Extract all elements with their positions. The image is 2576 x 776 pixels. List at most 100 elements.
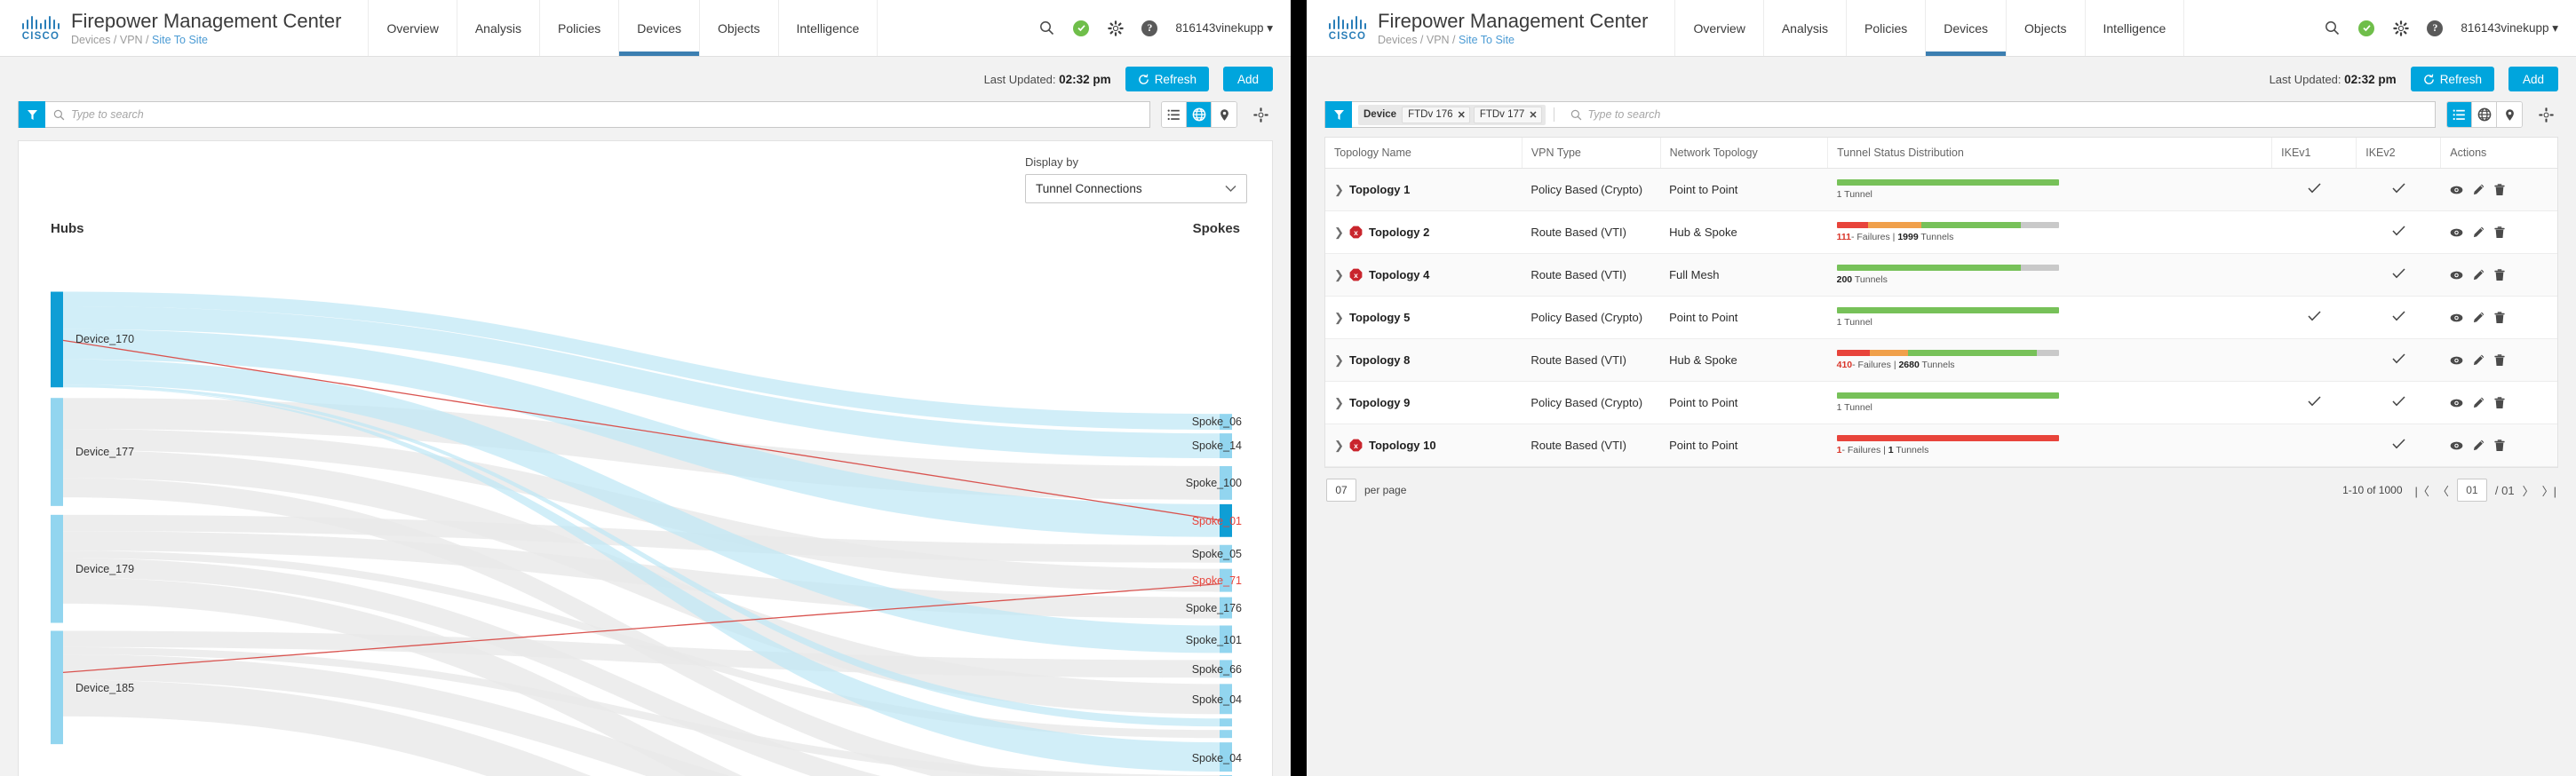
map-view-icon-right[interactable]	[2497, 102, 2522, 127]
close-icon[interactable]: ✕	[1529, 109, 1537, 121]
nav-intelligence-right[interactable]: Intelligence	[2084, 0, 2185, 56]
expand-row-chevron-icon[interactable]: ❯	[1334, 353, 1344, 368]
hub-node-label[interactable]: Device_179	[76, 563, 134, 575]
view-icon[interactable]	[2450, 227, 2463, 238]
nav-analysis-right[interactable]: Analysis	[1762, 0, 1846, 56]
delete-icon[interactable]	[2494, 268, 2505, 281]
list-view-icon[interactable]	[1162, 102, 1187, 127]
spoke-node-label[interactable]: Spoke_71	[1192, 574, 1242, 587]
col-topology-name[interactable]: Topology Name	[1325, 138, 1523, 169]
spoke-node-label[interactable]: Spoke_06	[1192, 416, 1242, 428]
last-page-button[interactable]: 〉|	[2542, 482, 2556, 499]
edit-icon[interactable]	[2473, 226, 2485, 238]
breadcrumb-current-right[interactable]: Site To Site	[1459, 34, 1515, 46]
add-button[interactable]: Add	[1222, 67, 1273, 91]
edit-icon[interactable]	[2473, 439, 2485, 451]
gear-icon[interactable]	[1107, 20, 1124, 36]
add-button-right[interactable]: Add	[2508, 67, 2558, 91]
edit-icon[interactable]	[2473, 312, 2485, 323]
nav-policies-right[interactable]: Policies	[1845, 0, 1925, 56]
delete-icon[interactable]	[2494, 226, 2505, 239]
search-input-left[interactable]: Type to search	[45, 108, 1149, 121]
hub-node-label[interactable]: Device_170	[76, 333, 134, 345]
spoke-node-label[interactable]: Spoke_176	[1186, 602, 1242, 614]
table-row[interactable]: ❯ Topology 1 Policy Based (Crypto) Point…	[1325, 168, 2557, 211]
table-row[interactable]: ❯ Topology 5 Policy Based (Crypto) Point…	[1325, 296, 2557, 339]
filter-search-box-right[interactable]: Device FTDv 176 ✕ FTDv 177 ✕ Type to searc…	[1324, 101, 2436, 128]
view-icon[interactable]	[2450, 313, 2463, 323]
close-icon[interactable]: ✕	[1458, 109, 1466, 121]
col-tunnel-status[interactable]: Tunnel Status Distribution	[1827, 138, 2273, 169]
filter-search-box-left[interactable]: Type to search	[18, 101, 1150, 128]
topology-view-icon[interactable]	[1187, 102, 1212, 127]
filter-icon[interactable]	[19, 101, 45, 128]
table-row[interactable]: ❯ Topology 8 Route Based (VTI) Hub & Spo…	[1325, 338, 2557, 382]
deploy-status-icon[interactable]	[1073, 20, 1090, 36]
nav-overview-right[interactable]: Overview	[1674, 0, 1762, 56]
expand-row-chevron-icon[interactable]: ❯	[1334, 311, 1344, 325]
view-icon[interactable]	[2450, 270, 2463, 281]
map-view-icon[interactable]	[1212, 102, 1236, 127]
per-page-input[interactable]: 07	[1326, 479, 1356, 502]
spoke-node-label[interactable]: Spoke_14	[1192, 439, 1242, 452]
edit-icon[interactable]	[2473, 397, 2485, 408]
view-icon[interactable]	[2450, 355, 2463, 366]
nav-intelligence[interactable]: Intelligence	[777, 0, 879, 56]
refresh-button-right[interactable]: Refresh	[2410, 67, 2494, 91]
delete-icon[interactable]	[2494, 396, 2505, 409]
edit-icon[interactable]	[2473, 269, 2485, 281]
first-page-button[interactable]: |〈	[2415, 482, 2429, 499]
user-menu[interactable]: 816143vinekupp ▾	[1175, 21, 1273, 36]
delete-icon[interactable]	[2494, 439, 2505, 452]
nav-objects-right[interactable]: Objects	[2006, 0, 2084, 56]
filter-icon-right[interactable]	[1325, 101, 1352, 128]
page-input[interactable]: 01	[2456, 479, 2487, 502]
nav-devices[interactable]: Devices	[618, 0, 699, 56]
nav-analysis[interactable]: Analysis	[456, 0, 539, 56]
col-vpn-type[interactable]: VPN Type	[1522, 138, 1661, 169]
view-icon[interactable]	[2450, 398, 2463, 408]
nav-devices-right[interactable]: Devices	[1925, 0, 2006, 56]
spoke-node-label[interactable]: Spoke_05	[1192, 548, 1242, 560]
nav-policies[interactable]: Policies	[538, 0, 618, 56]
help-icon-right[interactable]: ?	[2427, 20, 2444, 36]
filter-chip[interactable]: FTDv 176 ✕	[1402, 106, 1470, 123]
hub-node-label[interactable]: Device_185	[76, 682, 134, 694]
refresh-button[interactable]: Refresh	[1125, 67, 1209, 91]
column-settings-icon-right[interactable]	[2533, 102, 2558, 127]
nav-objects[interactable]: Objects	[699, 0, 777, 56]
hub-node-label[interactable]: Device_177	[76, 446, 134, 458]
table-row[interactable]: ❯ x Topology 4 Route Based (VTI) Full Me…	[1325, 253, 2557, 297]
table-row[interactable]: ❯ x Topology 10 Route Based (VTI) Point …	[1325, 424, 2557, 467]
gear-icon-right[interactable]	[2392, 20, 2409, 36]
table-row[interactable]: ❯ Topology 9 Policy Based (Crypto) Point…	[1325, 381, 2557, 424]
spoke-node-label[interactable]: Spoke_01	[1192, 515, 1242, 527]
search-icon[interactable]	[1038, 20, 1055, 36]
col-network-topology[interactable]: Network Topology	[1660, 138, 1829, 169]
next-page-button[interactable]: 〉	[2523, 482, 2534, 499]
expand-row-chevron-icon[interactable]: ❯	[1334, 226, 1344, 240]
topology-view-icon-right[interactable]	[2472, 102, 2497, 127]
nav-overview[interactable]: Overview	[368, 0, 456, 56]
spoke-node-label[interactable]: Spoke_66	[1192, 663, 1242, 676]
expand-row-chevron-icon[interactable]: ❯	[1334, 268, 1344, 282]
search-icon-right[interactable]	[2324, 20, 2341, 36]
help-icon[interactable]: ?	[1141, 20, 1158, 36]
edit-icon[interactable]	[2473, 184, 2485, 195]
filter-chip[interactable]: FTDv 177 ✕	[1473, 106, 1542, 123]
edit-icon[interactable]	[2473, 354, 2485, 366]
table-row[interactable]: ❯ x Topology 2 Route Based (VTI) Hub & S…	[1325, 210, 2557, 254]
view-icon[interactable]	[2450, 440, 2463, 451]
expand-row-chevron-icon[interactable]: ❯	[1334, 396, 1344, 410]
spoke-node-label[interactable]: Spoke_04	[1192, 752, 1242, 764]
col-ikev2[interactable]: IKEv2	[2356, 138, 2442, 169]
expand-row-chevron-icon[interactable]: ❯	[1334, 439, 1344, 453]
search-input-right[interactable]: Type to search	[1562, 108, 2435, 121]
deploy-status-icon-right[interactable]	[2358, 20, 2375, 36]
delete-icon[interactable]	[2494, 183, 2505, 196]
expand-row-chevron-icon[interactable]: ❯	[1334, 183, 1344, 197]
user-menu-right[interactable]: 816143vinekupp ▾	[2461, 21, 2558, 36]
spoke-node-label[interactable]: Spoke_101	[1186, 634, 1242, 646]
breadcrumb-current[interactable]: Site To Site	[152, 34, 208, 46]
view-icon[interactable]	[2450, 185, 2463, 195]
